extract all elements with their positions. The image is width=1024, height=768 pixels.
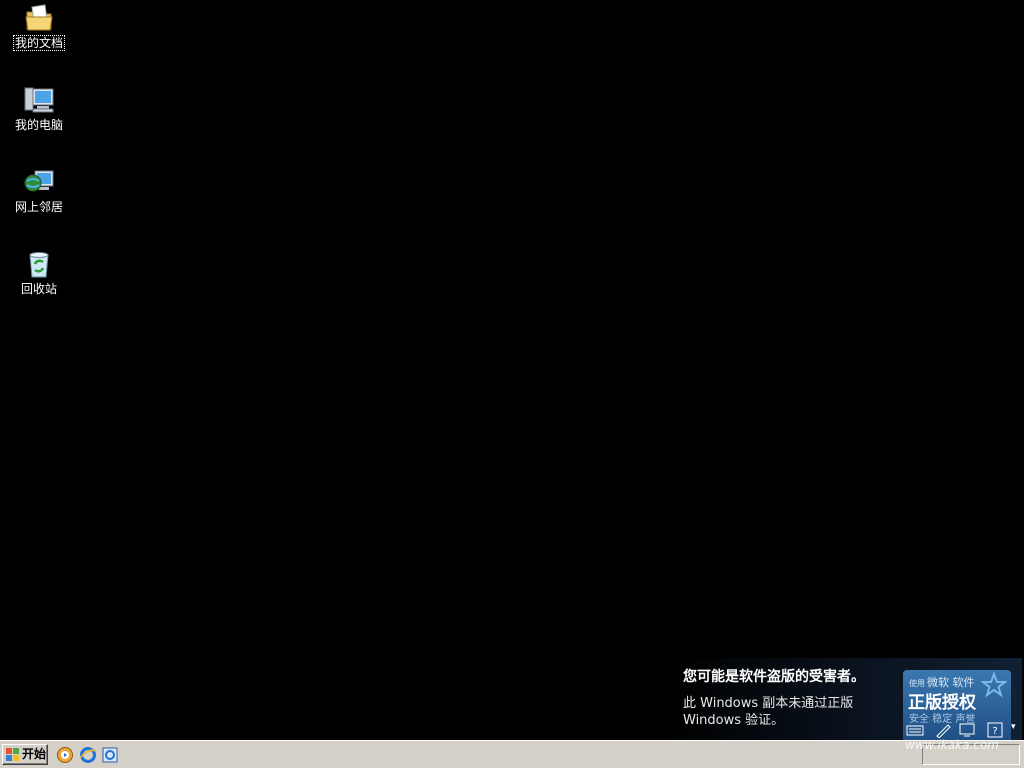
folder-icon xyxy=(23,2,55,34)
network-globe-icon xyxy=(23,166,55,198)
start-label: 开始 xyxy=(22,747,47,761)
computer-icon xyxy=(23,84,55,116)
windows-logo-icon xyxy=(6,748,20,768)
notice-line-2: Windows 验证。 xyxy=(683,713,785,728)
pen-icon[interactable] xyxy=(934,722,952,739)
desktop-icon-my-computer[interactable]: 我的电脑 xyxy=(6,84,72,132)
desktop[interactable]: 我的文档 我的电脑 网上邻居 回收站 xyxy=(0,0,1024,740)
recycle-bin-icon xyxy=(23,248,55,280)
help-icon[interactable]: ? xyxy=(986,722,1004,738)
desktop-icon-label: 回收站 xyxy=(20,282,57,296)
keyboard-icon[interactable] xyxy=(906,722,924,738)
taskbar: 开始 xyxy=(0,740,1024,768)
notice-headline: 您可能是软件盗版的受害者。 xyxy=(683,669,865,685)
desktop-icon-label: 我的电脑 xyxy=(14,118,63,132)
desktop-icon-label: 网上邻居 xyxy=(14,200,63,214)
desktop-icon-my-documents[interactable]: 我的文档 xyxy=(6,2,72,51)
star-icon xyxy=(980,671,1008,701)
desktop-icon-recycle-bin[interactable]: 回收站 xyxy=(6,248,72,296)
internet-explorer-icon[interactable] xyxy=(79,746,97,764)
watermark-text: www.ikaka.com xyxy=(905,738,999,752)
ie-alt-icon[interactable] xyxy=(101,746,119,764)
desktop-icon-label: 我的文档 xyxy=(12,35,66,51)
monitor-icon[interactable] xyxy=(958,722,976,738)
chevron-down-icon[interactable]: ▾ xyxy=(1011,722,1016,732)
media-player-icon[interactable] xyxy=(56,746,74,764)
start-button[interactable]: 开始 xyxy=(2,744,48,765)
svg-text:?: ? xyxy=(992,726,997,737)
desktop-icon-network-places[interactable]: 网上邻居 xyxy=(6,166,72,214)
